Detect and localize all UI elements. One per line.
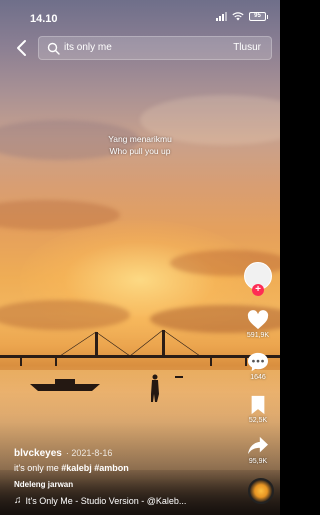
share-icon[interactable] bbox=[247, 436, 269, 456]
music-note-icon: ♫ bbox=[14, 495, 22, 506]
caption-hashtags[interactable]: #kalebj #ambon bbox=[61, 463, 129, 473]
translate-link[interactable]: Ndeleng jarwan bbox=[14, 480, 234, 489]
system-icons: 95 bbox=[216, 12, 268, 21]
clock: 14.10 bbox=[30, 13, 58, 25]
search-submit-button[interactable]: Tlusur bbox=[233, 42, 261, 53]
music-title[interactable]: It's Only Me - Studio Version - @Kaleb..… bbox=[26, 496, 187, 506]
post-caption: it's only me #kalebj #ambon bbox=[14, 463, 234, 473]
save-count: 52,5K bbox=[248, 417, 268, 424]
lyric-line-original: Who pull you up bbox=[109, 146, 171, 156]
creator-avatar[interactable]: + bbox=[244, 262, 272, 298]
heart-icon[interactable] bbox=[247, 310, 269, 330]
follow-plus-icon[interactable]: + bbox=[252, 284, 264, 296]
search-icon bbox=[47, 42, 60, 55]
bookmark-icon[interactable] bbox=[249, 395, 267, 415]
search-header: its only me Tlusur bbox=[0, 36, 280, 60]
save-button[interactable]: 52,5K bbox=[240, 395, 276, 424]
comment-button[interactable]: 1646 bbox=[240, 352, 276, 381]
video-frame[interactable] bbox=[0, 0, 280, 515]
username[interactable]: blvckeyes bbox=[14, 448, 62, 459]
like-count: 591,9K bbox=[246, 332, 270, 339]
signal-icon bbox=[216, 12, 227, 21]
share-count: 95,9K bbox=[248, 458, 268, 465]
battery-level: 95 bbox=[249, 12, 266, 21]
like-button[interactable]: 591,9K bbox=[240, 310, 276, 339]
status-bar: 14.10 95 bbox=[0, 0, 280, 30]
battery-icon: 95 bbox=[249, 12, 268, 21]
boats-and-person-silhouette bbox=[30, 374, 183, 402]
comment-count: 1646 bbox=[250, 374, 266, 381]
chevron-left-icon[interactable] bbox=[14, 38, 30, 58]
search-query: its only me bbox=[64, 42, 112, 53]
comment-icon[interactable] bbox=[247, 352, 269, 372]
caption-text: it's only me bbox=[14, 463, 62, 473]
search-input[interactable]: its only me Tlusur bbox=[38, 36, 272, 60]
post-author[interactable]: blvckeyes · 2021-8-16 bbox=[14, 448, 234, 459]
wifi-icon bbox=[232, 12, 244, 21]
share-button[interactable]: 95,9K bbox=[240, 436, 276, 465]
music-info[interactable]: ♫ It's Only Me - Studio Version - @Kaleb… bbox=[14, 495, 234, 506]
lyric-line-translated: Yang menarikmu bbox=[108, 134, 172, 144]
music-disc-icon[interactable] bbox=[248, 478, 274, 504]
post-date: · 2021-8-16 bbox=[65, 448, 113, 458]
